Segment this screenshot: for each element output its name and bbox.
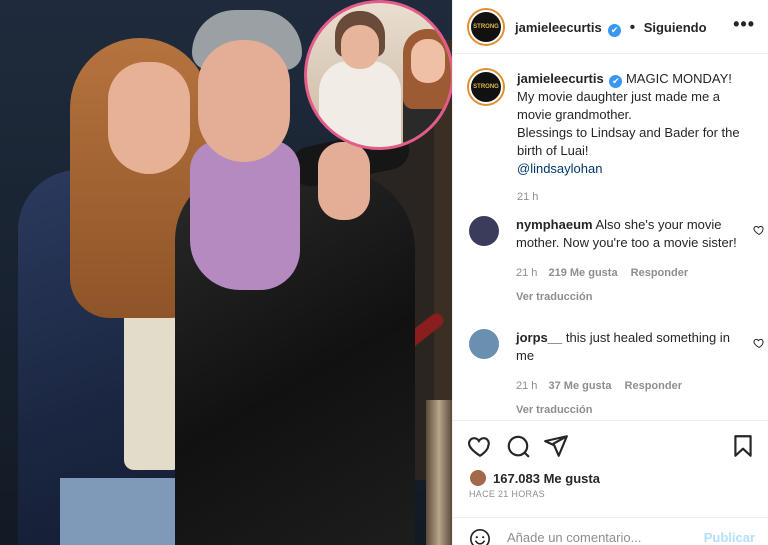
comment-meta: 21 h 37 Me gusta Responder xyxy=(516,377,738,395)
bookmark-icon[interactable] xyxy=(730,433,756,459)
likes-summary[interactable]: 167.083 Me gusta xyxy=(469,469,600,487)
inset-movie-still xyxy=(304,0,452,150)
comment-like-heart-icon[interactable] xyxy=(753,224,765,236)
inset-person-left-face xyxy=(341,25,379,69)
comment-avatar[interactable] xyxy=(469,329,499,359)
author-username[interactable]: jamieleecurtis xyxy=(515,20,602,35)
post-header: STRONG jamieleecurtis ✔ • Siguiendo ••• xyxy=(453,0,768,54)
avatar-logo-text: STRONG xyxy=(473,24,499,30)
comment-body: jorps__ this just healed something in me… xyxy=(516,329,738,419)
translate-link[interactable]: Ver traducción xyxy=(516,288,738,306)
comment-likes[interactable]: 37 Me gusta xyxy=(548,380,611,392)
person-right-hand xyxy=(318,142,370,220)
separator-dot: • xyxy=(629,19,636,36)
comment-username[interactable]: jorps__ xyxy=(516,330,562,345)
inset-person-right-face xyxy=(411,39,445,83)
rope-post xyxy=(426,400,452,545)
comment-meta: 21 h 219 Me gusta Responder xyxy=(516,264,738,282)
person-left-face xyxy=(108,62,190,174)
comment-input[interactable] xyxy=(507,530,687,545)
translate-link[interactable]: Ver traducción xyxy=(516,401,738,419)
header-user-line: jamieleecurtis ✔ • Siguiendo xyxy=(515,19,707,37)
person-left-jeans xyxy=(60,478,180,545)
post-caption: jamieleecurtis ✔ MAGIC MONDAY! My movie … xyxy=(517,70,753,206)
comment-time: 21 h xyxy=(516,267,538,279)
caption-avatar-text: STRONG xyxy=(473,84,499,90)
caption-verified-icon: ✔ xyxy=(609,75,623,88)
emoji-icon[interactable] xyxy=(469,528,491,545)
comment-likes[interactable]: 219 Me gusta xyxy=(548,267,617,279)
caption-time: 21 h xyxy=(517,191,539,203)
comment-time: 21 h xyxy=(516,380,538,392)
mention-link[interactable]: @lindsaylohan xyxy=(517,160,753,178)
verified-icon: ✔ xyxy=(608,24,622,37)
caption-username[interactable]: jamieleecurtis xyxy=(517,71,604,86)
publish-button[interactable]: Publicar xyxy=(704,530,755,545)
author-avatar[interactable]: STRONG xyxy=(469,10,503,44)
caption-line-2: My movie daughter just made me a xyxy=(517,89,721,104)
liker-avatar xyxy=(469,469,487,487)
person-right-scarf xyxy=(190,140,300,290)
caption-line-4: Blessings to Lindsay and Bader for the xyxy=(517,125,740,140)
comment-username[interactable]: nymphaeum xyxy=(516,217,593,232)
post-sidebar: STRONG jamieleecurtis ✔ • Siguiendo ••• … xyxy=(452,0,768,545)
reply-button[interactable]: Responder xyxy=(625,380,682,392)
caption-avatar[interactable]: STRONG xyxy=(469,70,503,104)
caption-line-3: movie grandmother. xyxy=(517,107,632,122)
comment-icon[interactable] xyxy=(505,433,531,459)
heart-icon[interactable] xyxy=(467,433,493,459)
posted-ago: HACE 21 HORAS xyxy=(469,489,545,499)
post-actions: 167.083 Me gusta HACE 21 HORAS Publicar xyxy=(453,420,768,545)
likes-count: 167.083 Me gusta xyxy=(493,470,600,486)
caption-line-1: MAGIC MONDAY! xyxy=(625,71,732,86)
comment-avatar[interactable] xyxy=(469,216,499,246)
inset-person-left xyxy=(319,61,401,147)
person-right-face xyxy=(198,40,290,162)
post-photo[interactable] xyxy=(0,0,452,545)
share-icon[interactable] xyxy=(543,433,569,459)
reply-button[interactable]: Responder xyxy=(631,267,688,279)
more-options-icon[interactable]: ••• xyxy=(733,14,755,35)
following-button[interactable]: Siguiendo xyxy=(644,20,707,35)
add-comment-bar: Publicar xyxy=(453,517,768,545)
comment-body: nymphaeum Also she's your movie mother. … xyxy=(516,216,738,306)
caption-line-5: birth of Luai! xyxy=(517,143,589,158)
comment-like-heart-icon[interactable] xyxy=(753,337,765,349)
